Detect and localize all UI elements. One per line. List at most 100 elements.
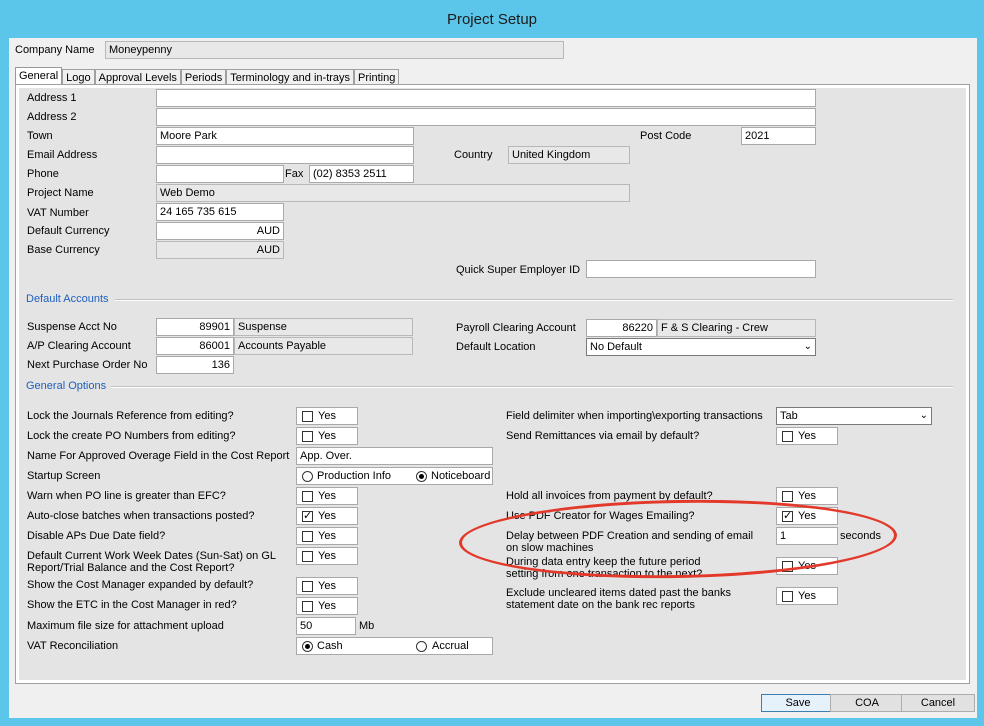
- divider: [115, 299, 953, 301]
- address2-field[interactable]: [156, 108, 816, 126]
- checkbox-box: [302, 601, 313, 612]
- checkbox-label: Yes: [318, 580, 336, 592]
- save-button[interactable]: Save: [761, 694, 835, 712]
- remittances-label: Send Remittances via email by default?: [506, 430, 700, 442]
- disable-due-date-label: Disable APs Due Date field?: [27, 530, 166, 542]
- vat-cash-radio[interactable]: [302, 641, 313, 652]
- startup-noticeboard-radio[interactable]: [416, 471, 427, 482]
- phone-label: Phone: [27, 168, 59, 180]
- coa-button[interactable]: COA: [830, 694, 904, 712]
- address1-label: Address 1: [27, 92, 77, 104]
- vat-number-label: VAT Number: [27, 207, 89, 219]
- lock-po-checkbox[interactable]: Yes: [296, 427, 358, 445]
- postcode-field[interactable]: 2021: [741, 127, 816, 145]
- vat-reconciliation-label: VAT Reconciliation: [27, 640, 119, 652]
- startup-noticeboard-label: Noticeboard: [431, 470, 491, 482]
- work-week-checkbox[interactable]: Yes: [296, 547, 358, 565]
- dialog-client-area: Company Name Moneypenny General Logo App…: [9, 38, 977, 718]
- pdf-creator-checkbox[interactable]: ✓ Yes: [776, 507, 838, 525]
- keep-period-checkbox[interactable]: Yes: [776, 557, 838, 575]
- disable-due-date-checkbox[interactable]: Yes: [296, 527, 358, 545]
- etc-red-checkbox[interactable]: Yes: [296, 597, 358, 615]
- general-tab-panel: Address 1 Address 2 Town Moore Park Post…: [15, 84, 970, 684]
- keep-period-label-line2: setting from one transaction to the next…: [506, 568, 703, 580]
- ap-clearing-name: Accounts Payable: [234, 337, 413, 355]
- warn-po-label: Warn when PO line is greater than EFC?: [27, 490, 226, 502]
- checkbox-box: [782, 431, 793, 442]
- default-accounts-heading: Default Accounts: [26, 293, 109, 305]
- checkbox-label: Yes: [318, 600, 336, 612]
- lock-journals-label: Lock the Journals Reference from editing…: [27, 410, 234, 422]
- address1-field[interactable]: [156, 89, 816, 107]
- checkbox-box: [302, 411, 313, 422]
- checkbox-box: [302, 551, 313, 562]
- default-location-value: No Default: [590, 341, 642, 353]
- company-name-label: Company Name: [15, 44, 95, 56]
- work-week-label-line2: Report/Trial Balance and the Cost Report…: [27, 562, 235, 574]
- checkbox-box: [782, 561, 793, 572]
- cancel-button[interactable]: Cancel: [901, 694, 975, 712]
- phone-field[interactable]: [156, 165, 284, 183]
- divider: [111, 386, 953, 388]
- delimiter-label: Field delimiter when importing\exporting…: [506, 410, 763, 422]
- startup-production-radio[interactable]: [302, 471, 313, 482]
- pdf-creator-label: Use PDF Creator for Wages Emailing?: [506, 510, 695, 522]
- pdf-delay-label-line2: on slow machines: [506, 542, 594, 554]
- email-field[interactable]: [156, 146, 414, 164]
- pdf-delay-field[interactable]: 1: [776, 527, 838, 545]
- remittances-checkbox[interactable]: Yes: [776, 427, 838, 445]
- cost-manager-label: Show the Cost Manager expanded by defaul…: [27, 579, 254, 591]
- hold-invoices-checkbox[interactable]: Yes: [776, 487, 838, 505]
- company-name-field: Moneypenny: [105, 41, 564, 59]
- lock-journals-checkbox[interactable]: Yes: [296, 407, 358, 425]
- next-po-field[interactable]: 136: [156, 356, 234, 374]
- base-currency-field: AUD: [156, 241, 284, 259]
- checkbox-label: Yes: [798, 590, 816, 602]
- checkbox-label: Yes: [318, 510, 336, 522]
- suspense-account-field[interactable]: 89901: [156, 318, 234, 336]
- overage-field[interactable]: App. Over.: [296, 447, 493, 465]
- payroll-clearing-label: Payroll Clearing Account: [456, 322, 576, 334]
- delimiter-select[interactable]: Tab ⌄: [776, 407, 932, 425]
- ap-clearing-field[interactable]: 86001: [156, 337, 234, 355]
- vat-accrual-radio[interactable]: [416, 641, 427, 652]
- auto-close-label: Auto-close batches when transactions pos…: [27, 510, 255, 522]
- default-location-select[interactable]: No Default ⌄: [586, 338, 816, 356]
- payroll-clearing-name: F & S Clearing - Crew: [657, 319, 816, 337]
- checkmark-icon: ✓: [302, 510, 313, 522]
- hold-invoices-label: Hold all invoices from payment by defaul…: [506, 490, 713, 502]
- general-options-heading: General Options: [26, 380, 107, 392]
- checkbox-box: [302, 431, 313, 442]
- checkbox-label: Yes: [318, 430, 336, 442]
- etc-red-label: Show the ETC in the Cost Manager in red?: [27, 599, 237, 611]
- country-label: Country: [454, 149, 493, 161]
- auto-close-checkbox[interactable]: ✓ Yes: [296, 507, 358, 525]
- default-currency-field[interactable]: AUD: [156, 222, 284, 240]
- postcode-label: Post Code: [640, 130, 692, 142]
- suspense-account-name: Suspense: [234, 318, 413, 336]
- project-name-label: Project Name: [27, 187, 94, 199]
- town-field[interactable]: Moore Park: [156, 127, 414, 145]
- project-name-field: Web Demo: [156, 184, 630, 202]
- startup-production-label: Production Info: [317, 470, 391, 482]
- cost-manager-checkbox[interactable]: Yes: [296, 577, 358, 595]
- fax-field[interactable]: (02) 8353 2511: [309, 165, 414, 183]
- payroll-clearing-field[interactable]: 86220: [586, 319, 657, 337]
- checkbox-label: Yes: [318, 490, 336, 502]
- max-file-label: Maximum file size for attachment upload: [27, 620, 224, 632]
- warn-po-checkbox[interactable]: Yes: [296, 487, 358, 505]
- overage-label: Name For Approved Overage Field in the C…: [27, 450, 290, 462]
- quick-super-field[interactable]: [586, 260, 816, 278]
- checkbox-box: [302, 581, 313, 592]
- quick-super-label: Quick Super Employer ID: [456, 264, 581, 276]
- checkbox-label: Yes: [318, 550, 336, 562]
- checkbox-label: Yes: [798, 510, 816, 522]
- checkbox-label: Yes: [798, 490, 816, 502]
- max-file-field[interactable]: 50: [296, 617, 356, 635]
- vat-accrual-label: Accrual: [432, 640, 469, 652]
- exclude-uncleared-label-line2: statement date on the bank rec reports: [506, 599, 695, 611]
- vat-number-field[interactable]: 24 165 735 615: [156, 203, 284, 221]
- max-file-unit: Mb: [359, 620, 375, 632]
- exclude-uncleared-checkbox[interactable]: Yes: [776, 587, 838, 605]
- chevron-down-icon: ⌄: [919, 410, 928, 421]
